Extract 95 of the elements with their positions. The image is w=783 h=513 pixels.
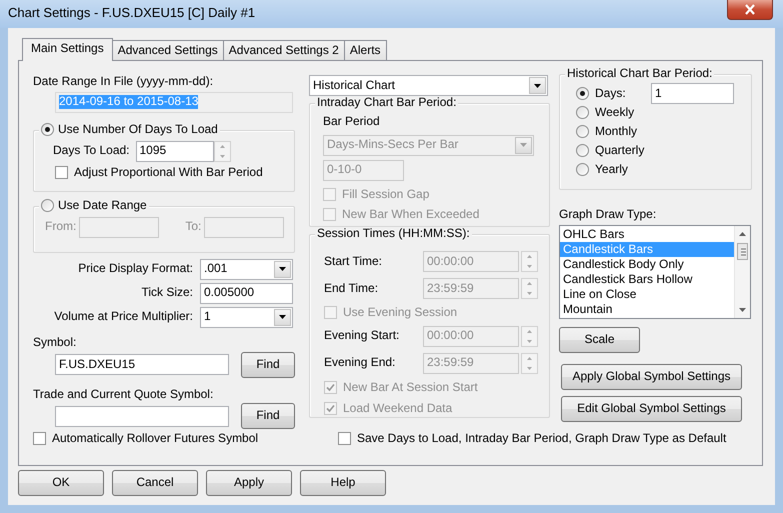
field-label: Symbol: — [33, 336, 78, 350]
radio-button[interactable] — [576, 87, 589, 100]
option-label: Use Date Range — [58, 198, 147, 213]
field-label: Volume at Price Multiplier: — [53, 310, 193, 324]
tab[interactable]: Advanced Settings — [112, 40, 224, 60]
input-field[interactable]: 0.005000 — [200, 282, 293, 304]
field-label: Price Display Format: — [77, 262, 193, 276]
dropdown[interactable]: Historical Chart — [309, 75, 548, 96]
list-item[interactable]: Candlestick Bars Hollow — [560, 272, 734, 287]
dropdown[interactable]: 1 — [200, 306, 293, 328]
input-field[interactable]: 1095 — [136, 140, 214, 162]
input-field[interactable]: 1 — [651, 83, 734, 104]
up-arrow-icon[interactable] — [739, 232, 746, 236]
caret-icon — [534, 84, 541, 88]
radio-button[interactable] — [576, 144, 589, 157]
field-label: Trade and Current Quote Symbol: — [33, 388, 214, 402]
field-label: Graph Draw Type: — [559, 208, 658, 222]
checkbox-label: New Bar At Session Start — [343, 380, 478, 395]
option-label: Yearly — [595, 162, 628, 176]
button[interactable]: Help — [300, 470, 386, 496]
tab[interactable]: Alerts — [344, 40, 387, 60]
radio-button[interactable] — [41, 123, 54, 136]
down-arrow-icon — [220, 154, 224, 158]
checkbox[interactable] — [338, 432, 351, 446]
spin-button[interactable] — [214, 140, 230, 162]
down-arrow-icon — [527, 340, 532, 343]
field-label: Date Range In File (yyyy-mm-dd): — [33, 75, 214, 89]
list-item[interactable]: Candlestick Body Only — [560, 256, 734, 272]
close-icon — [744, 4, 756, 15]
down-arrow-icon — [527, 292, 532, 295]
checkbox-label: Save Days to Load, Intraday Bar Period, Graph Draw Type as Default — [357, 432, 726, 446]
tab[interactable]: Advanced Settings 2 — [222, 40, 345, 60]
option-label: Weekly — [595, 106, 634, 120]
window-title: Chart Settings - F.US.DXEU15 [C] Daily #1 — [8, 6, 256, 21]
checkbox[interactable] — [33, 432, 46, 446]
checkbox-label: Adjust Proportional With Bar Period — [74, 166, 263, 180]
radio-button[interactable] — [576, 163, 589, 176]
button[interactable]: Apply — [206, 470, 292, 496]
up-arrow-icon — [527, 357, 532, 360]
up-arrow-icon — [527, 282, 532, 286]
field-label: Evening End: — [324, 356, 396, 370]
down-arrow-icon[interactable] — [739, 308, 746, 312]
field-label: End Time: — [324, 282, 380, 296]
down-arrow-icon — [527, 366, 532, 370]
checkbox-label: Automatically Rollover Futures Symbol — [52, 432, 258, 446]
field-label: To: — [185, 220, 202, 234]
button[interactable]: Edit Global Symbol Settings — [561, 396, 742, 422]
checkbox-label: Load Weekend Data — [343, 402, 452, 416]
field-label: Start Time: — [324, 254, 384, 268]
option-label: Days: — [595, 86, 626, 100]
radio-button[interactable] — [41, 199, 54, 212]
button[interactable]: Scale — [559, 326, 640, 353]
field-label: Tick Size: — [140, 286, 193, 300]
field-label: Evening Start: — [324, 329, 400, 344]
up-arrow-icon — [527, 330, 532, 334]
find-button[interactable]: Find — [241, 352, 295, 378]
group-title: Session Times (HH:MM:SS): — [317, 227, 470, 241]
group-title: Intraday Chart Bar Period: — [317, 96, 456, 110]
close-button[interactable] — [727, 0, 773, 20]
field-label: Days To Load: — [53, 144, 130, 158]
scroll-thumb[interactable] — [737, 243, 748, 260]
caret-icon — [279, 267, 286, 272]
dropdown[interactable]: .001 — [200, 258, 293, 280]
option-label: Monthly — [595, 124, 638, 138]
radio-button[interactable] — [576, 106, 589, 119]
list-item[interactable]: OHLC Bars — [560, 226, 734, 242]
checkbox[interactable] — [55, 166, 68, 180]
list-box[interactable]: OHLC Bars Candlestick Bars Candlestick Body Only Candlestick Bars Hollow Line on Close Mountain — [559, 224, 751, 319]
down-arrow-icon — [527, 264, 532, 268]
option-label: Use Number Of Days To Load — [58, 122, 218, 137]
list-item[interactable]: Line on Close — [560, 286, 734, 302]
checkbox-label: Use Evening Session — [343, 306, 458, 320]
button[interactable]: OK — [18, 470, 104, 496]
field-label: From: — [45, 220, 76, 234]
find-button[interactable]: Find — [241, 403, 295, 430]
caret-icon — [520, 143, 527, 148]
option-label: Quarterly — [595, 144, 644, 158]
checkbox-label: New Bar When Exceeded — [342, 208, 480, 222]
tab[interactable]: Main Settings — [22, 38, 113, 61]
up-arrow-icon — [527, 255, 532, 258]
button[interactable]: Apply Global Symbol Settings — [561, 364, 742, 390]
input-field[interactable] — [79, 216, 160, 238]
input-field[interactable] — [55, 406, 229, 427]
group-title: Historical Chart Bar Period: — [567, 67, 712, 81]
field-label: Bar Period — [323, 114, 380, 128]
input-field[interactable] — [204, 216, 284, 238]
radio-button[interactable] — [576, 125, 589, 138]
button[interactable]: Cancel — [112, 470, 198, 496]
up-arrow-icon — [220, 145, 224, 148]
caret-icon — [279, 315, 286, 320]
checkbox-label: Fill Session Gap — [342, 188, 430, 202]
scrollbar[interactable] — [734, 226, 750, 318]
input-field: 2014-09-16 to 2015-08-13 — [55, 92, 293, 113]
list-item[interactable]: Mountain — [560, 302, 734, 317]
input-field[interactable]: F.US.DXEU15 — [55, 354, 229, 376]
